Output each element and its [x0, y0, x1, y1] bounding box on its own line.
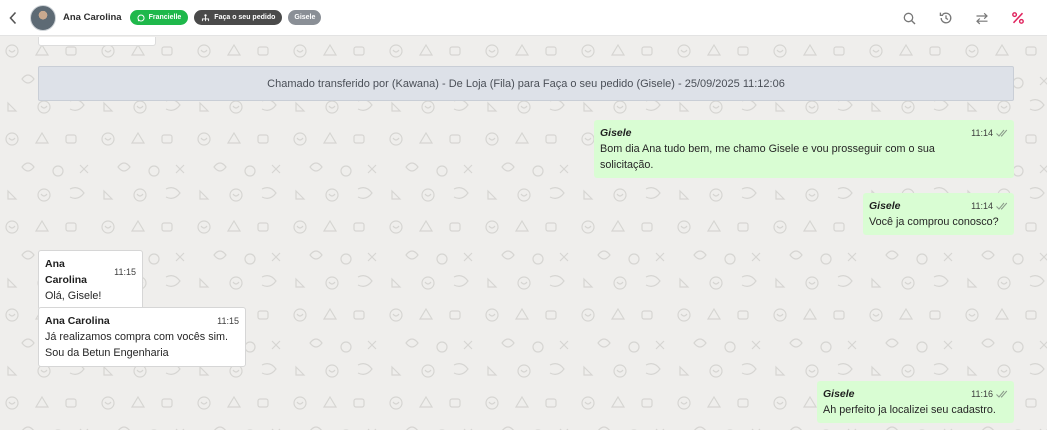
message-text-line: Já realizamos compra com vocês sim. — [45, 331, 228, 343]
delivered-ticks-icon — [996, 390, 1008, 398]
message-outgoing[interactable]: Gisele 11:14 Bom dia Ana tudo bem, me ch… — [594, 120, 1014, 178]
message-author: Ana Carolina — [45, 315, 110, 327]
message-outgoing[interactable]: Gisele 11:16 Ah perfeito ja localizei se… — [817, 381, 1014, 423]
whatsapp-channel-chip[interactable]: Francielle — [129, 10, 189, 25]
message-incoming[interactable]: Ana Carolina 11:15 Olá, Gisele! — [38, 250, 143, 310]
transfer-button[interactable] — [972, 9, 991, 28]
queue-icon — [202, 13, 210, 21]
transfer-notice: Chamado transferido por (Kawana) - De Lo… — [38, 66, 1014, 101]
message-text-line: Ah perfeito ja localizei seu cadastro. — [823, 404, 996, 416]
whatsapp-icon — [137, 13, 145, 22]
message-text-line: Sou da Betun Engenharia — [45, 347, 169, 359]
message-author: Ana Carolina — [45, 258, 88, 286]
avatar[interactable] — [30, 4, 56, 31]
agent-chip-label: Gisele — [294, 14, 316, 21]
chat-header: Ana Carolina Francielle Faça o seu pedid… — [0, 0, 1047, 36]
header-actions — [900, 0, 1027, 36]
delivered-ticks-icon — [996, 129, 1008, 137]
delivered-ticks-icon — [996, 202, 1008, 210]
message-author: Gisele — [869, 200, 901, 212]
back-arrow-icon — [9, 11, 17, 24]
message-text-line: Bom dia Ana tudo bem, me chamo Gisele e … — [600, 143, 935, 155]
message-outgoing[interactable]: Gisele 11:14 Você ja comprou conosco? — [863, 193, 1014, 235]
chat-area[interactable]: Chamado transferido por (Kawana) - De Lo… — [0, 37, 1047, 430]
back-button[interactable] — [2, 0, 24, 36]
previous-message-fragment — [38, 37, 156, 46]
message-time: 11:15 — [114, 267, 136, 277]
message-time: 11:14 — [971, 128, 993, 138]
search-icon — [903, 12, 916, 24]
contact-name: Ana Carolina — [63, 12, 122, 23]
message-text-line: solicitação. — [600, 159, 654, 171]
search-button[interactable] — [900, 9, 919, 28]
message-time: 11:15 — [217, 316, 239, 326]
history-button[interactable] — [936, 9, 955, 28]
history-icon — [939, 12, 951, 24]
discount-button[interactable] — [1008, 9, 1027, 28]
transfer-icon — [975, 12, 988, 24]
message-incoming[interactable]: Ana Carolina 11:15 Já realizamos compra … — [38, 307, 246, 367]
agent-chip[interactable]: Gisele — [288, 10, 322, 25]
queue-chip-label: Faça o seu pedido — [214, 14, 276, 21]
message-time: 11:14 — [971, 201, 993, 211]
whatsapp-chip-label: Francielle — [148, 14, 182, 21]
message-text-line: Olá, Gisele! — [45, 290, 102, 302]
transfer-notice-text: Chamado transferido por (Kawana) - De Lo… — [267, 77, 785, 90]
message-time: 11:16 — [971, 389, 993, 399]
message-author: Gisele — [823, 388, 855, 400]
queue-chip[interactable]: Faça o seu pedido — [194, 10, 283, 25]
percent-icon — [1011, 12, 1024, 24]
message-text-line: Você ja comprou conosco? — [869, 216, 999, 228]
message-author: Gisele — [600, 127, 632, 139]
